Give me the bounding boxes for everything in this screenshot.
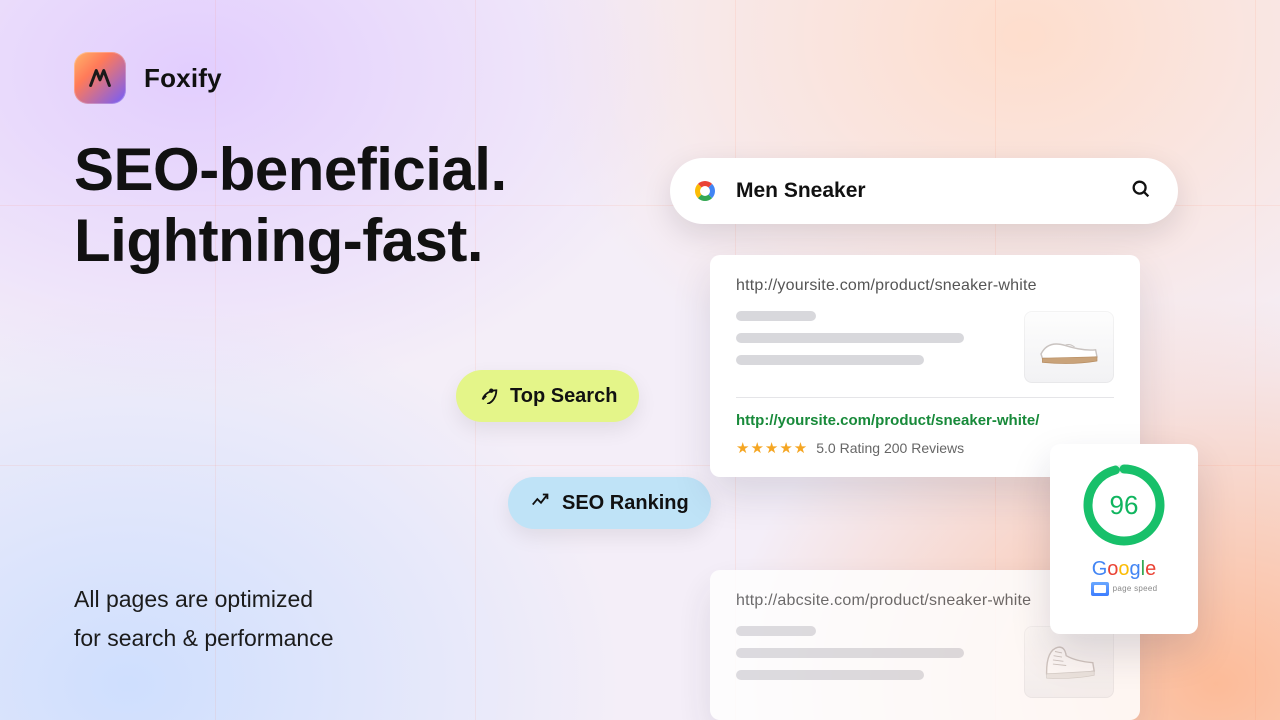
search-bar: Men Sneaker: [670, 158, 1178, 224]
star-icons: ★★★★★: [736, 439, 808, 457]
pagespeed-ring-icon: 96: [1081, 462, 1167, 548]
pagespeed-sub-label: page speed: [1113, 585, 1158, 594]
headline-line-1: SEO-beneficial.: [74, 135, 507, 206]
subtext: All pages are optimized for search & per…: [74, 580, 334, 658]
brand-logo-icon: [74, 52, 126, 104]
result1-rating-text: 5.0 Rating 200 Reviews: [816, 440, 964, 456]
result1-url: http://yoursite.com/product/sneaker-whit…: [736, 277, 1114, 295]
chart-up-icon: [530, 489, 552, 517]
subtext-line-1: All pages are optimized: [74, 580, 334, 619]
pagespeed-score: 96: [1081, 462, 1167, 548]
pagespeed-card: 96 Google page speed: [1050, 444, 1198, 634]
result1-thumbnail: [1024, 311, 1114, 383]
pagespeed-google-label: Google: [1091, 558, 1158, 580]
badge-seo-ranking-label: SEO Ranking: [562, 492, 689, 515]
search-query: Men Sneaker: [736, 179, 1130, 203]
brand-name: Foxify: [144, 63, 222, 94]
marketing-hero: Foxify SEO-beneficial. Lightning-fast. A…: [0, 0, 1280, 720]
google-logo-icon: [692, 178, 718, 204]
brand: Foxify: [74, 52, 222, 104]
rocket-icon: [478, 382, 500, 410]
result1-placeholder-lines: [736, 311, 1004, 383]
fade-bottom: [600, 680, 1280, 720]
badge-seo-ranking: SEO Ranking: [508, 477, 711, 529]
pagespeed-icon: [1091, 582, 1109, 596]
search-icon: [1130, 178, 1152, 205]
headline: SEO-beneficial. Lightning-fast.: [74, 135, 507, 277]
badge-top-search-label: Top Search: [510, 385, 617, 408]
result1-green-url: http://yoursite.com/product/sneaker-whit…: [736, 412, 1114, 429]
badge-top-search: Top Search: [456, 370, 639, 422]
subtext-line-2: for search & performance: [74, 619, 334, 658]
headline-line-2: Lightning-fast.: [74, 206, 507, 277]
